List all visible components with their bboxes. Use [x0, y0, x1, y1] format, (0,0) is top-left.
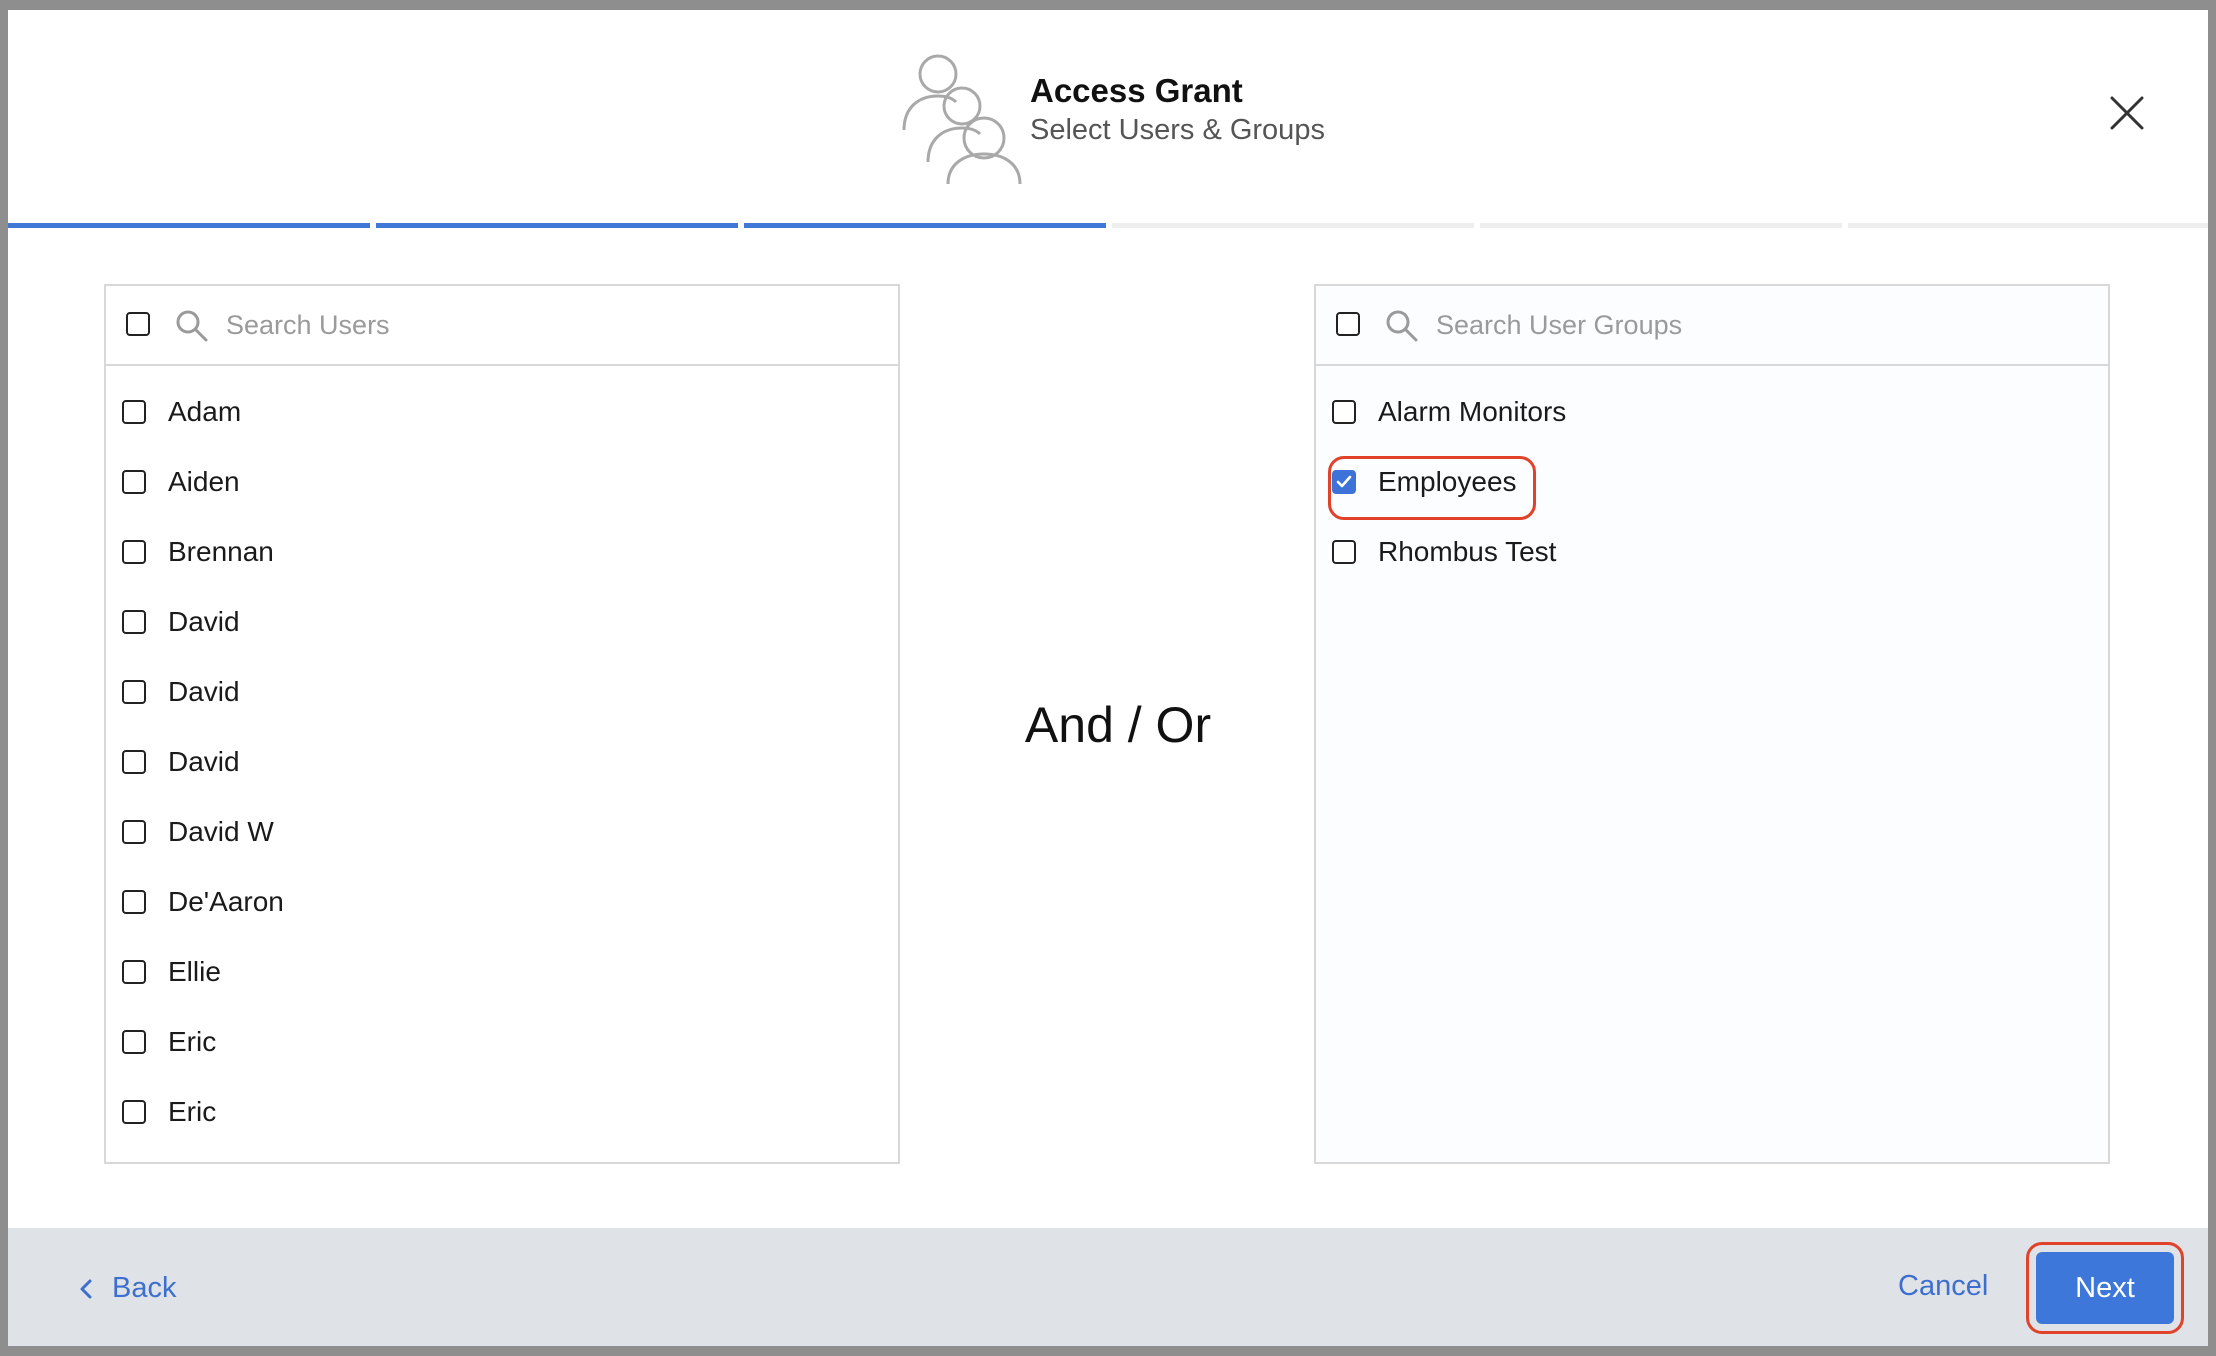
user-label: Eric	[168, 1026, 217, 1057]
group-checkbox[interactable]	[1332, 400, 1356, 424]
user-list-item[interactable]: Brennan	[106, 522, 898, 582]
progress-step-4	[1112, 223, 1474, 228]
search-users-input[interactable]	[226, 302, 846, 348]
group-list-item[interactable]: Rhombus Test	[1316, 522, 2108, 582]
user-label: Eric	[168, 1096, 217, 1127]
user-list-item[interactable]: Adam	[106, 382, 898, 442]
group-checkbox[interactable]	[1332, 470, 1356, 494]
select-all-groups-checkbox[interactable]	[1336, 312, 1360, 336]
modal-footer: Back Cancel Next	[8, 1228, 2208, 1346]
user-label: David	[168, 606, 240, 637]
progress-step-1	[8, 223, 370, 228]
user-label: David	[168, 746, 240, 777]
progress-step-3	[744, 223, 1106, 228]
user-list-item[interactable]: Eric	[106, 1012, 898, 1072]
modal-title: Access Grant	[1030, 72, 1243, 109]
user-label: Ellie	[168, 956, 221, 987]
chevron-left-icon	[80, 1279, 92, 1299]
close-icon[interactable]	[2106, 92, 2148, 134]
next-button[interactable]: Next	[2036, 1252, 2174, 1324]
search-user-groups-input[interactable]	[1436, 302, 2056, 348]
users-panel: Adam Aiden Brennan David David David David W De…	[104, 284, 900, 1164]
modal-header: Access Grant Select Users & Groups	[8, 10, 2208, 215]
user-checkbox[interactable]	[122, 1100, 146, 1124]
cancel-button[interactable]: Cancel	[1898, 1270, 1988, 1303]
progress-step-2	[376, 223, 738, 228]
access-grant-modal: Access Grant Select Users & Groups AdamA…	[8, 10, 2208, 1346]
group-list-item[interactable]: Alarm Monitors	[1316, 382, 2108, 442]
user-label: Aiden	[168, 466, 240, 497]
user-checkbox[interactable]	[122, 1030, 146, 1054]
search-icon	[176, 310, 208, 342]
user-list-item[interactable]: David W	[106, 802, 898, 862]
user-list-item[interactable]: Ellie	[106, 942, 898, 1002]
checkmark-icon	[1336, 475, 1352, 488]
group-label: Alarm Monitors	[1378, 396, 1567, 427]
user-checkbox[interactable]	[122, 470, 146, 494]
user-checkbox[interactable]	[122, 750, 146, 774]
and-or-separator: And / Or	[1024, 697, 1212, 753]
users-search-bar	[106, 286, 898, 366]
user-checkbox[interactable]	[122, 960, 146, 984]
back-button-label: Back	[112, 1272, 177, 1304]
user-checkbox[interactable]	[122, 400, 146, 424]
user-checkbox[interactable]	[122, 680, 146, 704]
user-label: David	[168, 676, 240, 707]
user-list-item[interactable]: David	[106, 592, 898, 652]
user-label: David W	[168, 816, 274, 847]
user-list-item[interactable]: Eric	[106, 1082, 898, 1142]
select-all-users-checkbox[interactable]	[126, 312, 150, 336]
step-progress-bar	[8, 215, 2208, 229]
user-groups-panel: Alarm Monitors Employees Rhombus Test	[1314, 284, 2110, 1164]
progress-step-6	[1848, 223, 2208, 228]
user-list-item[interactable]: Aiden	[106, 452, 898, 512]
users-group-icon	[902, 54, 1022, 184]
group-checkbox[interactable]	[1332, 540, 1356, 564]
user-list-item[interactable]: David	[106, 732, 898, 792]
user-checkbox[interactable]	[122, 820, 146, 844]
search-icon	[1386, 310, 1418, 342]
user-checkbox[interactable]	[122, 610, 146, 634]
user-label: De'Aaron	[168, 886, 284, 917]
user-checkbox[interactable]	[122, 890, 146, 914]
group-label: Rhombus Test	[1378, 536, 1557, 567]
user-checkbox[interactable]	[122, 540, 146, 564]
user-label: Brennan	[168, 536, 274, 567]
user-label: Adam	[168, 396, 242, 427]
group-label: Employees	[1378, 466, 1517, 497]
user-list-item[interactable]: David	[106, 662, 898, 722]
group-list-item[interactable]: Employees	[1316, 452, 2108, 512]
groups-search-bar	[1316, 286, 2108, 366]
modal-subtitle: Select Users & Groups	[1030, 114, 1325, 146]
user-list-item[interactable]: De'Aaron	[106, 872, 898, 932]
progress-step-5	[1480, 223, 1842, 228]
